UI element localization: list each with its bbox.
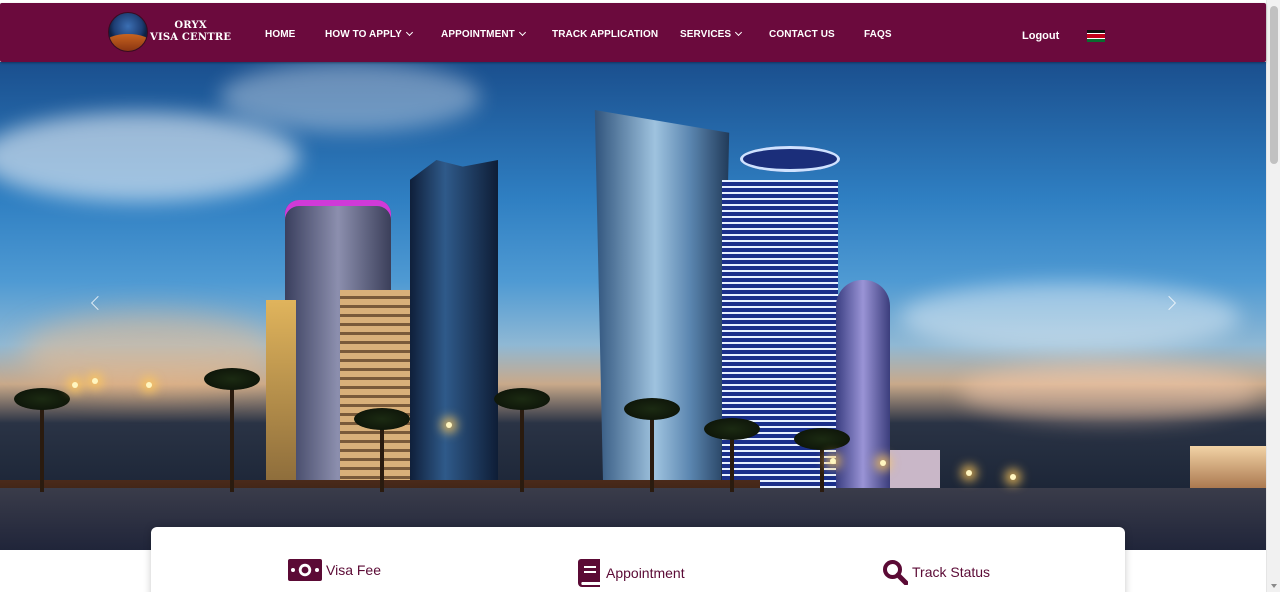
money-icon — [288, 559, 322, 581]
nav-track-application[interactable]: TRACK APPLICATION — [552, 29, 658, 40]
nav-home-label: HOME — [265, 29, 296, 40]
chevron-left-icon[interactable] — [90, 295, 106, 311]
nav-services-label: SERVICES — [680, 29, 732, 40]
track-status-label: Track Status — [912, 564, 991, 580]
chevron-down-icon — [518, 28, 526, 37]
nav-appointment[interactable]: APPOINTMENT — [441, 28, 526, 40]
brand-name-line2: VISA CENTRE — [150, 32, 232, 43]
appointment-label: Appointment — [606, 565, 685, 581]
track-status-link[interactable]: Track Status — [882, 559, 990, 585]
brand-name: ORYX VISA CENTRE — [150, 20, 231, 44]
chevron-down-icon — [735, 28, 743, 37]
appointment-link[interactable]: Appointment — [578, 559, 685, 587]
top-navbar: ORYX VISA CENTRE HOME HOW TO APPLY APPOI… — [0, 3, 1266, 62]
nav-home[interactable]: HOME — [265, 29, 295, 40]
brand-logo[interactable]: ORYX VISA CENTRE — [108, 12, 231, 52]
page-scrollbar[interactable] — [1266, 0, 1280, 592]
quick-links-card: Visa Fee Appointment Track Status — [151, 527, 1125, 592]
nav-services[interactable]: SERVICES — [680, 28, 743, 40]
visa-fee-label: Visa Fee — [326, 562, 381, 578]
page: ORYX VISA CENTRE HOME HOW TO APPLY APPOI… — [0, 0, 1280, 592]
book-icon — [578, 559, 600, 587]
hero-slider-image — [0, 62, 1266, 550]
nav-contact-us-label: CONTACT US — [769, 29, 835, 40]
nav-how-to-apply[interactable]: HOW TO APPLY — [325, 28, 413, 40]
visa-fee-link[interactable]: Visa Fee — [288, 559, 381, 581]
brand-name-line1: ORYX — [174, 20, 207, 31]
chevron-down-icon — [405, 28, 413, 37]
kenya-flag-icon[interactable] — [1087, 30, 1105, 43]
nav-appointment-label: APPOINTMENT — [441, 29, 515, 40]
nav-track-application-label: TRACK APPLICATION — [552, 29, 659, 40]
nav-contact-us[interactable]: CONTACT US — [769, 29, 835, 40]
logo-emblem-icon — [108, 12, 148, 52]
scrollbar-thumb[interactable] — [1270, 6, 1278, 164]
nav-faqs-label: FAQS — [864, 29, 892, 40]
search-icon — [883, 560, 908, 585]
logout-link[interactable]: Logout — [1022, 30, 1059, 42]
nav-how-to-apply-label: HOW TO APPLY — [325, 29, 402, 40]
nav-faqs[interactable]: FAQS — [864, 29, 892, 40]
scroll-down-icon[interactable] — [1271, 584, 1277, 588]
